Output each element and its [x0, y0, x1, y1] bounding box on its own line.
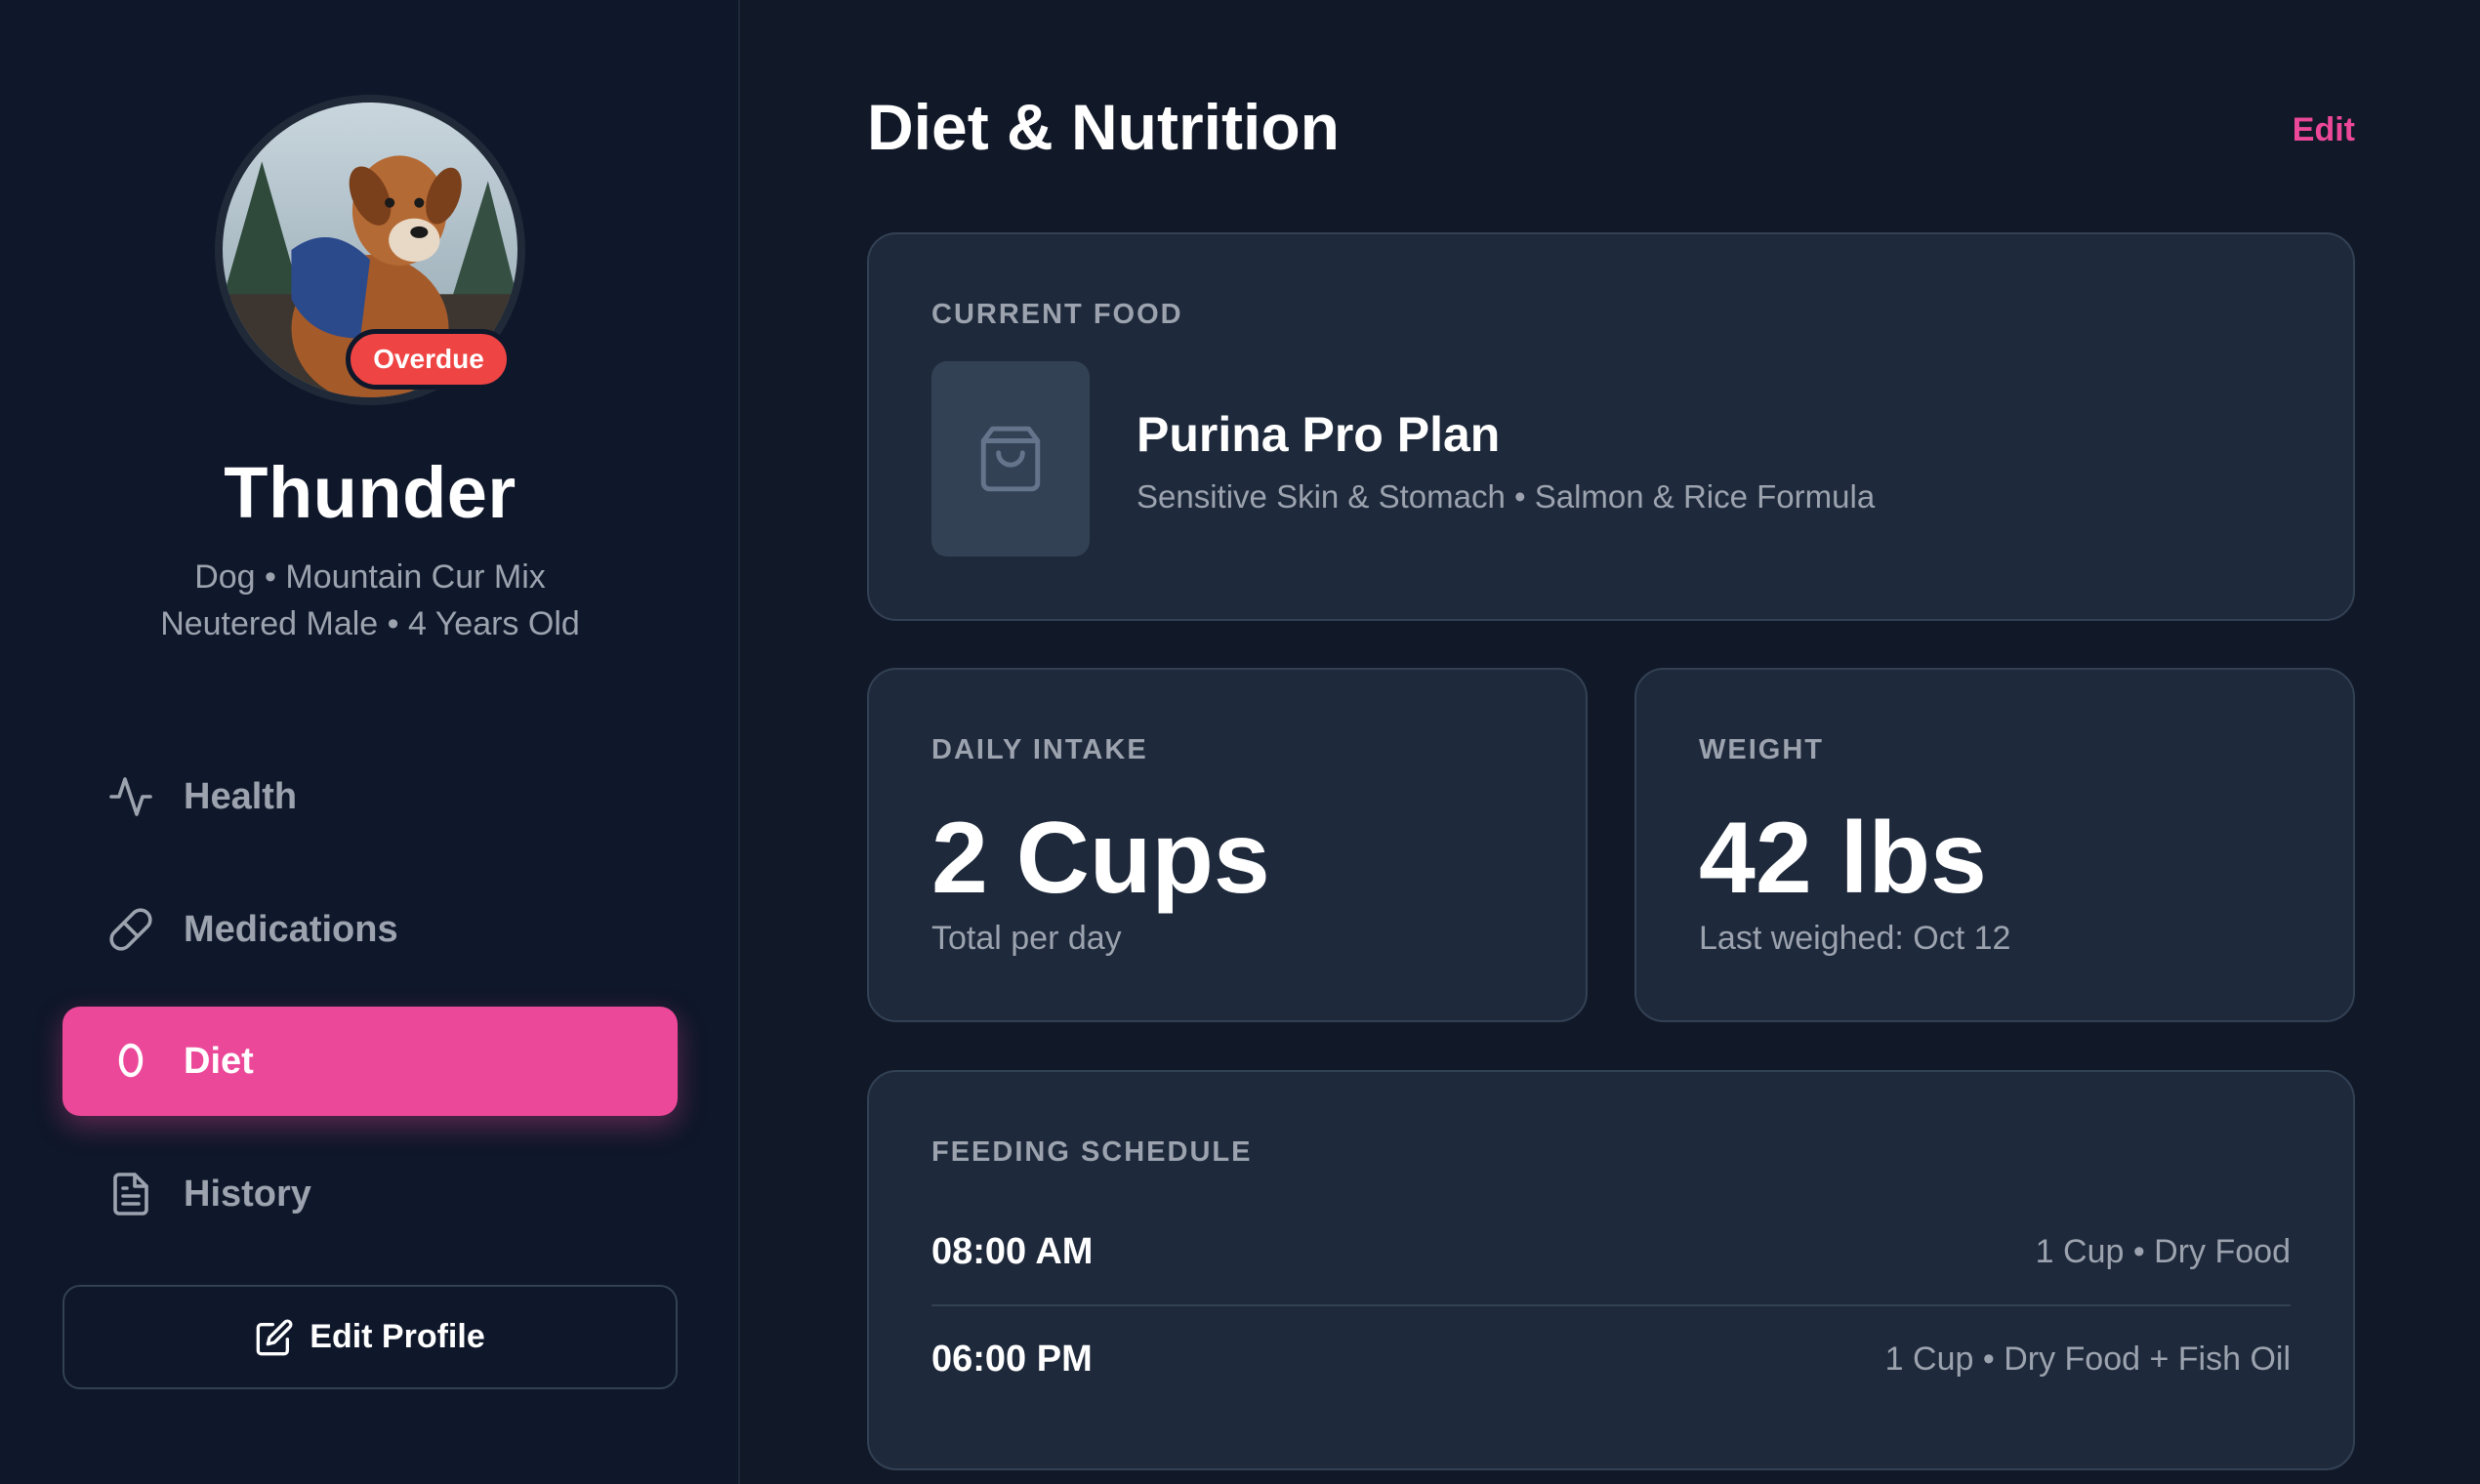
nav-item-label: Diet	[184, 1040, 254, 1082]
nav-item-health[interactable]: Health	[62, 742, 678, 851]
page-title: Diet & Nutrition	[867, 91, 1340, 163]
activity-icon	[107, 773, 154, 820]
document-icon	[107, 1171, 154, 1217]
daily-intake-card: DAILY INTAKE 2 Cups Total per day	[867, 668, 1588, 1022]
schedule-time: 06:00 PM	[931, 1338, 1093, 1380]
schedule-row: 08:00 AM 1 Cup • Dry Food	[931, 1199, 2291, 1306]
nav-item-label: Medications	[184, 908, 398, 950]
nav-item-label: Health	[184, 775, 298, 817]
nav-item-diet[interactable]: Diet	[62, 1007, 678, 1116]
weight-value: 42 lbs	[1699, 802, 1987, 915]
weight-subtext: Last weighed: Oct 12	[1699, 920, 2011, 957]
pet-species-breed: Dog • Mountain Cur Mix	[194, 558, 546, 596]
pet-avatar-container: Overdue	[215, 95, 525, 405]
schedule-detail: 1 Cup • Dry Food + Fish Oil	[1884, 1340, 2291, 1378]
feeding-schedule-label: FEEDING SCHEDULE	[931, 1136, 1253, 1168]
edit-profile-label: Edit Profile	[310, 1318, 485, 1355]
food-thumbnail	[931, 361, 1090, 556]
daily-intake-subtext: Total per day	[931, 920, 1122, 957]
edit-profile-button[interactable]: Edit Profile	[62, 1285, 678, 1389]
pet-sex-age: Neutered Male • 4 Years Old	[160, 605, 580, 642]
status-badge: Overdue	[346, 329, 512, 390]
shopping-bag-icon	[980, 426, 1041, 492]
nav-item-history[interactable]: History	[62, 1139, 678, 1249]
edit-icon	[256, 1318, 293, 1355]
sidebar: Overdue Thunder Dog • Mountain Cur Mix N…	[0, 0, 740, 1484]
droplet-icon	[107, 1038, 154, 1085]
pet-name: Thunder	[224, 452, 517, 533]
food-description: Sensitive Skin & Stomach • Salmon & Rice…	[1137, 478, 1876, 515]
pill-icon	[107, 906, 154, 953]
app-root: Overdue Thunder Dog • Mountain Cur Mix N…	[0, 0, 2480, 1484]
daily-intake-label: DAILY INTAKE	[931, 734, 1148, 765]
nav-item-medications[interactable]: Medications	[62, 875, 678, 984]
current-food-label: CURRENT FOOD	[931, 299, 1183, 330]
weight-card: WEIGHT 42 lbs Last weighed: Oct 12	[1634, 668, 2355, 1022]
nav-item-label: History	[184, 1173, 311, 1215]
edit-link[interactable]: Edit	[2293, 111, 2355, 149]
schedule-time: 08:00 AM	[931, 1230, 1094, 1272]
food-name: Purina Pro Plan	[1137, 407, 1501, 462]
weight-label: WEIGHT	[1699, 734, 1824, 765]
schedule-detail: 1 Cup • Dry Food	[2035, 1232, 2291, 1270]
daily-intake-value: 2 Cups	[931, 802, 1270, 915]
feeding-schedule-card: FEEDING SCHEDULE 08:00 AM 1 Cup • Dry Fo…	[867, 1070, 2355, 1470]
current-food-card: CURRENT FOOD Purina Pro Plan Sensitive S…	[867, 232, 2355, 621]
schedule-row: 06:00 PM 1 Cup • Dry Food + Fish Oil	[931, 1306, 2291, 1412]
